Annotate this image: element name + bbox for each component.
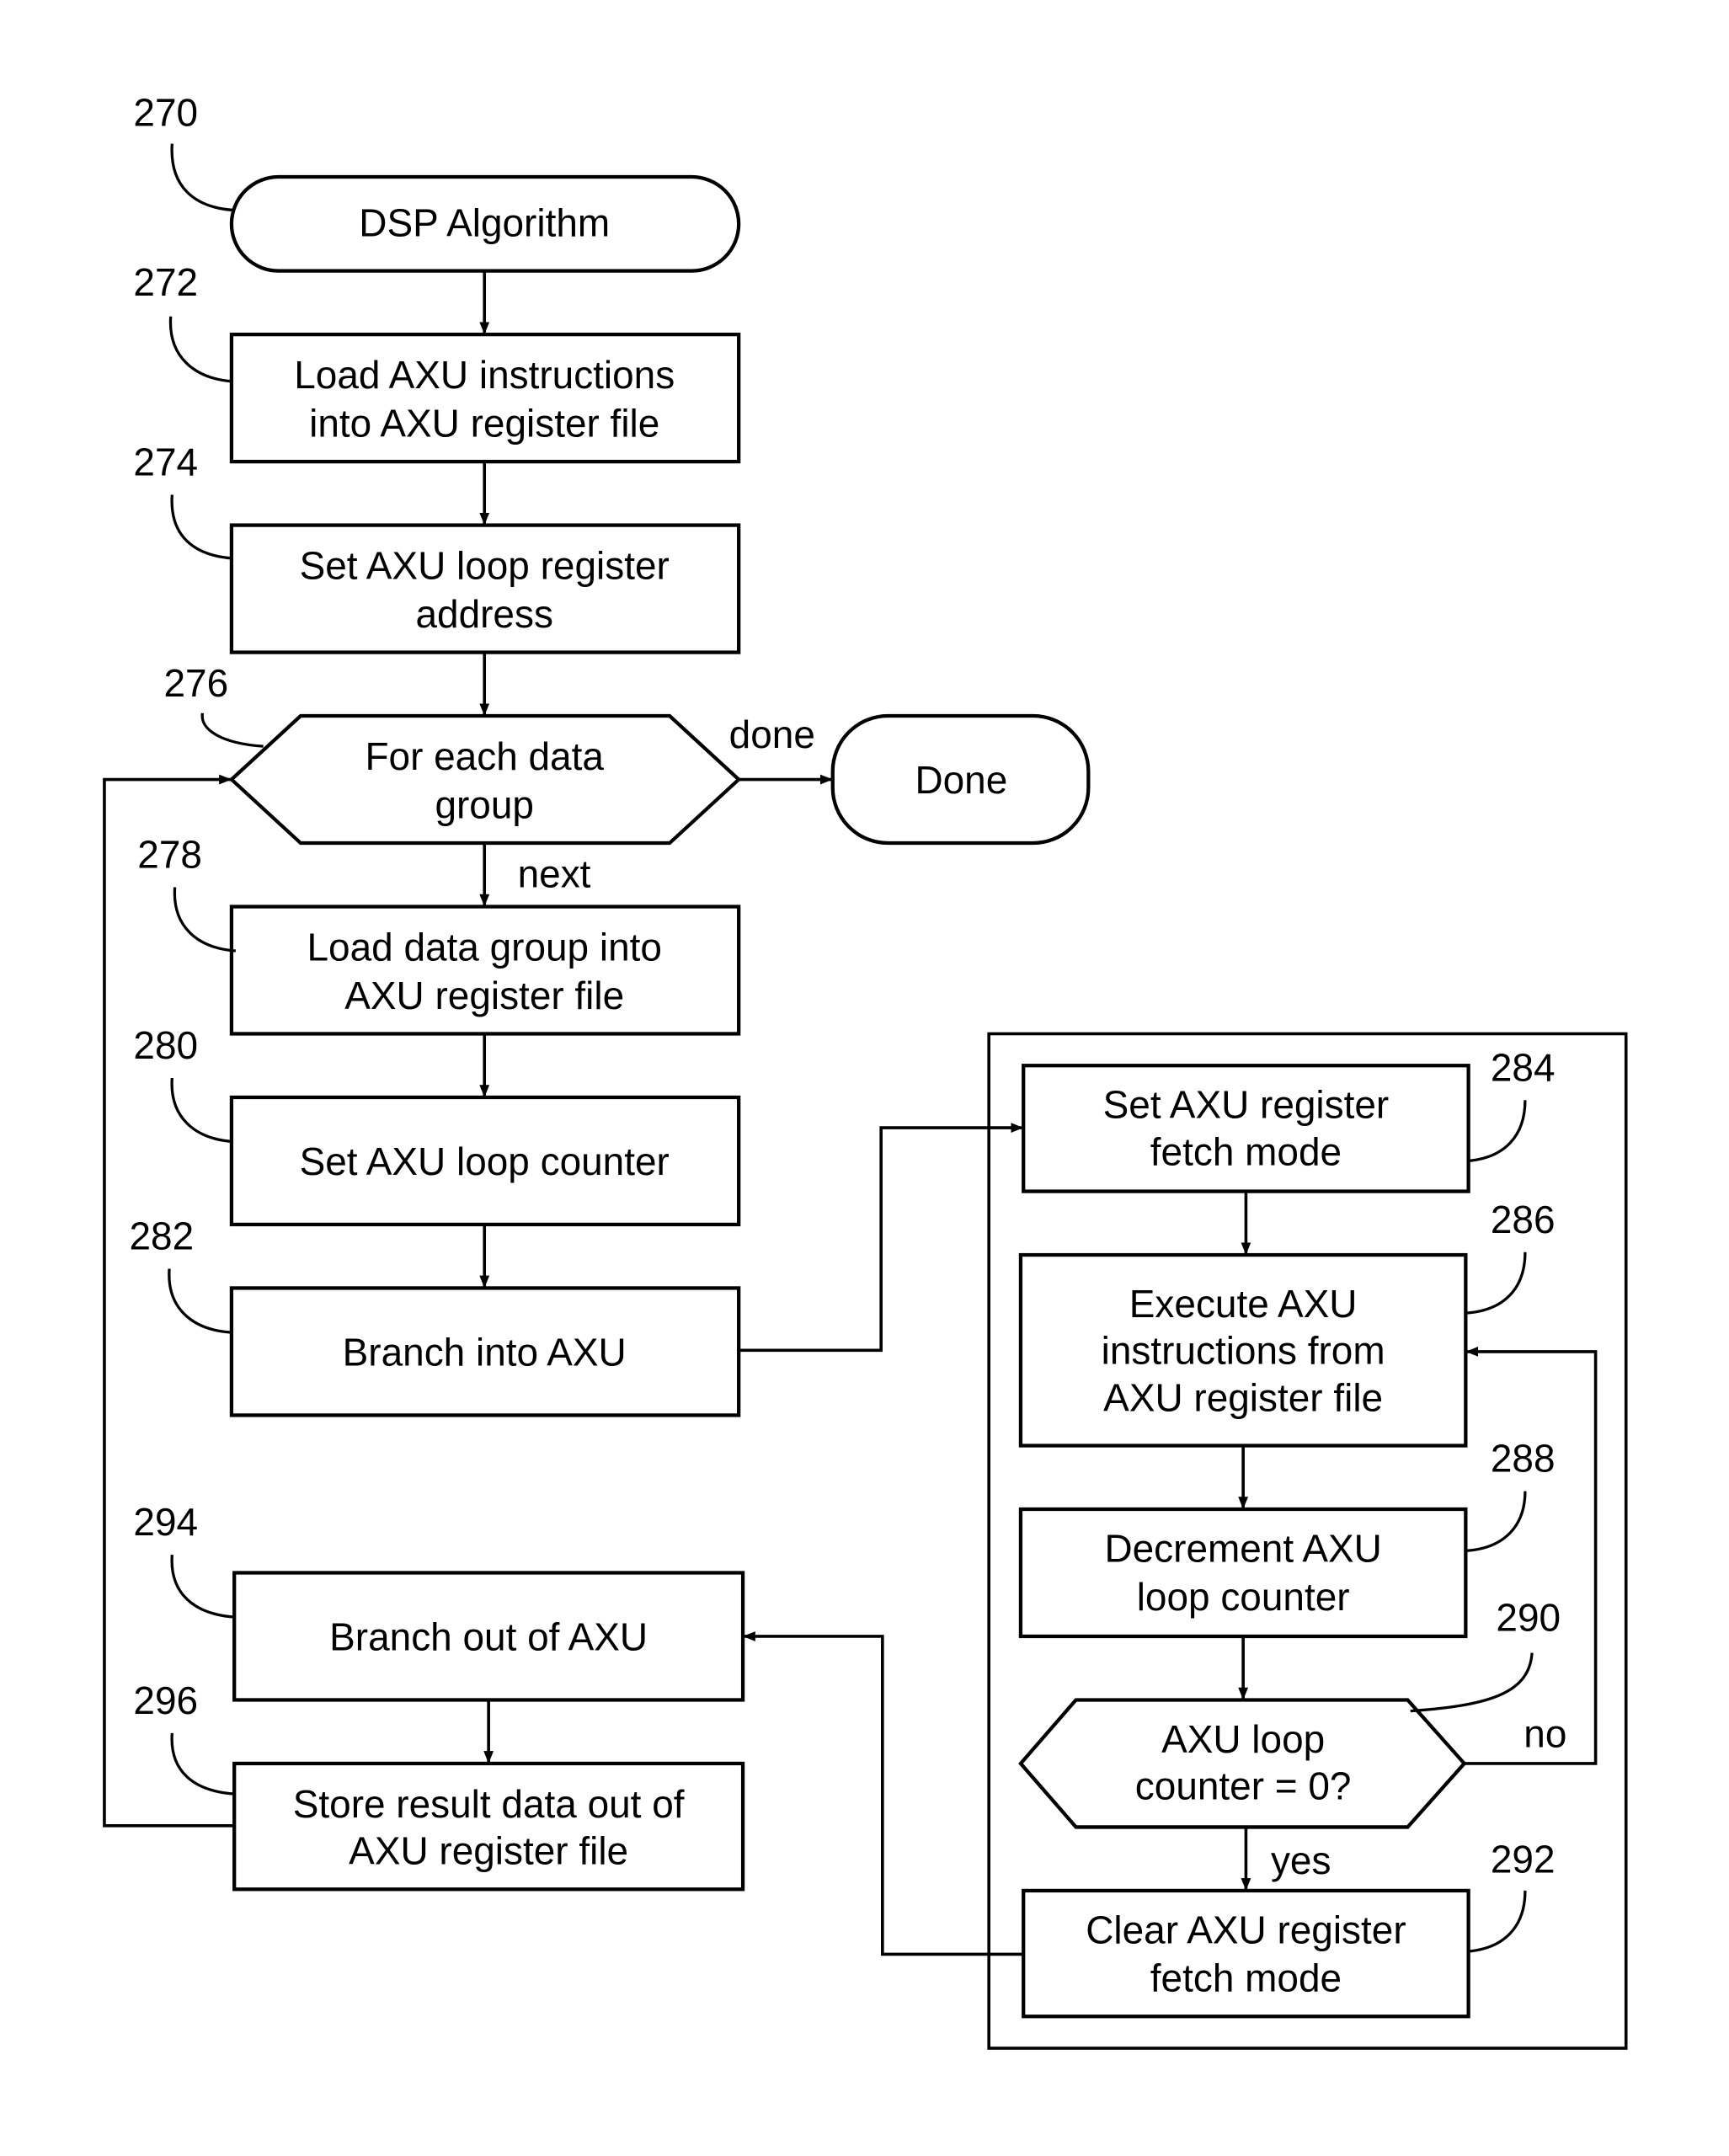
node-load-axu-instructions: Load AXU instructions into AXU register … (229, 332, 741, 464)
leader-line (173, 887, 236, 953)
node-clear-fetch-mode: Clear AXU register fetch mode (1022, 1888, 1470, 2019)
node-text: Branch out of AXU (329, 1614, 648, 1658)
leader-line (168, 316, 233, 383)
arrow-branch-out (743, 1631, 1024, 1956)
edge-label-no: no (1524, 1711, 1566, 1755)
ref-288: 288 (1491, 1437, 1556, 1481)
node-text: fetch mode (1150, 1129, 1342, 1173)
ref-284: 284 (1491, 1045, 1556, 1089)
edge-label-yes: yes (1271, 1838, 1331, 1882)
node-text: address (415, 592, 552, 636)
node-text: fetch mode (1150, 1956, 1342, 2000)
node-text: Clear AXU register (1086, 1908, 1406, 1951)
node-text: AXU register file (344, 974, 624, 1017)
node-text: Branch into AXU (343, 1330, 627, 1374)
ref-292: 292 (1491, 1838, 1556, 1881)
node-text: Set AXU loop register (300, 544, 670, 588)
leader-line (1410, 1652, 1534, 1713)
leader-line (1466, 1890, 1527, 1953)
node-branch-into-axu: Branch into AXU (229, 1286, 741, 1417)
node-execute-axu-instructions: Execute AXU instructions from AXU regist… (1018, 1252, 1468, 1448)
ref-294: 294 (133, 1500, 198, 1544)
ref-272: 272 (133, 260, 198, 304)
node-text: Load AXU instructions (294, 353, 675, 397)
node-text: Load data group into (307, 926, 661, 969)
node-text: Done (915, 758, 1007, 802)
node-text: Store result data out of (293, 1782, 685, 1826)
ref-290: 290 (1496, 1595, 1561, 1639)
leader-line (1466, 1491, 1527, 1552)
node-load-data-group: Load data group into AXU register file (229, 905, 741, 1036)
node-text: into AXU register file (309, 402, 659, 446)
ref-286: 286 (1491, 1198, 1556, 1241)
ref-274: 274 (133, 440, 198, 484)
node-branch-out-of-axu: Branch out of AXU (232, 1571, 745, 1702)
edge-label-next: next (518, 852, 591, 896)
node-for-each-data-group: For each data group (228, 713, 742, 846)
node-store-result-data: Store result data out of AXU register fi… (232, 1761, 745, 1892)
leader-line (170, 494, 233, 560)
node-set-loop-counter: Set AXU loop counter (229, 1095, 741, 1227)
node-dsp-algorithm: DSP Algorithm (229, 174, 741, 273)
node-set-loop-register-address: Set AXU loop register address (229, 523, 741, 654)
node-text: Execute AXU (1129, 1282, 1358, 1326)
node-text: Set AXU loop counter (300, 1139, 670, 1183)
node-text: AXU register file (1103, 1375, 1383, 1419)
node-text: Decrement AXU (1104, 1526, 1381, 1570)
arrow-branch-into-axu (739, 1123, 1024, 1353)
edge-label-done: done (729, 712, 815, 756)
node-loop-counter-zero: AXU loop counter = 0? (1018, 1698, 1467, 1829)
ref-296: 296 (133, 1678, 198, 1722)
node-decrement-loop-counter: Decrement AXU loop counter (1018, 1507, 1468, 1639)
flowchart: DSP Algorithm 270 Load AXU instructions … (103, 90, 1628, 2050)
leader-line (1466, 1100, 1527, 1163)
leader-line (170, 1555, 235, 1619)
node-text: instructions from (1102, 1329, 1385, 1373)
leader-line (200, 712, 264, 748)
node-set-fetch-mode: Set AXU register fetch mode (1022, 1064, 1470, 1193)
ref-280: 280 (133, 1023, 198, 1067)
leader-line (170, 1077, 233, 1144)
leader-line (170, 1732, 235, 1796)
leader-line (1466, 1251, 1527, 1315)
leader-line (168, 1268, 231, 1334)
node-text: counter = 0? (1135, 1764, 1352, 1808)
node-text: loop counter (1137, 1575, 1350, 1619)
ref-278: 278 (137, 833, 202, 877)
node-text: AXU register file (349, 1829, 628, 1873)
node-text: DSP Algorithm (359, 201, 610, 245)
ref-270: 270 (133, 90, 198, 134)
node-text: Set AXU register (1103, 1083, 1390, 1127)
arrow-loop-back (103, 774, 235, 1828)
node-text: For each data (365, 734, 604, 778)
ref-276: 276 (164, 661, 229, 705)
node-done: Done (830, 713, 1091, 846)
node-text: group (435, 782, 534, 826)
leader-line (170, 143, 233, 212)
node-text: AXU loop (1161, 1717, 1325, 1761)
ref-282: 282 (129, 1214, 194, 1257)
